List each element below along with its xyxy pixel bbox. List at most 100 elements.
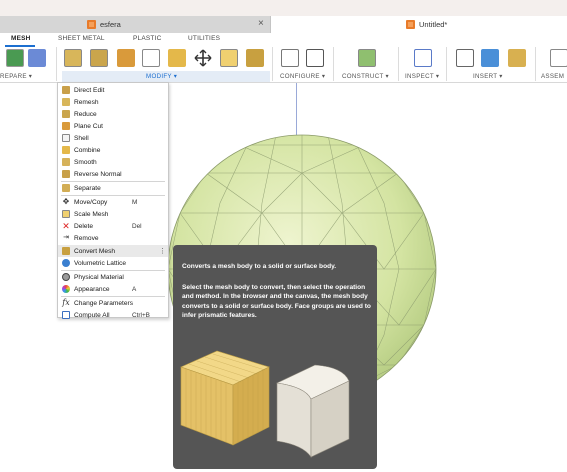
mesh-block-image bbox=[180, 350, 270, 446]
menu-item-label: Move/Copy bbox=[74, 198, 108, 206]
generate-face-groups-icon[interactable] bbox=[28, 49, 46, 67]
tab-label: Untitled* bbox=[419, 20, 448, 29]
combine-icon[interactable] bbox=[168, 49, 186, 67]
menu-item-label: Combine bbox=[74, 146, 101, 154]
construct-plane-icon[interactable] bbox=[358, 49, 376, 67]
menu-item-label: Remove bbox=[74, 234, 99, 242]
menu-item-compute-all[interactable]: Compute All Ctrl+B bbox=[58, 309, 168, 321]
menu-item-label: Scale Mesh bbox=[74, 210, 109, 218]
solid-block-image bbox=[275, 364, 350, 458]
shortcut-key: A bbox=[132, 285, 137, 293]
divider bbox=[398, 47, 399, 81]
menu-item-remesh[interactable]: Remesh bbox=[58, 96, 168, 108]
remesh-icon bbox=[62, 98, 70, 107]
compute-all-icon bbox=[62, 311, 70, 320]
shell-icon[interactable] bbox=[142, 49, 160, 67]
convert-mesh-icon bbox=[62, 247, 70, 256]
menu-item-physical-material[interactable]: Physical Material bbox=[58, 271, 168, 283]
menu-item-label: Change Parameters bbox=[74, 299, 134, 307]
design-file-icon bbox=[406, 20, 415, 29]
scale-mesh-icon[interactable] bbox=[220, 49, 238, 67]
divider bbox=[272, 47, 273, 81]
volumetric-lattice-icon bbox=[62, 259, 70, 268]
smooth-icon bbox=[62, 158, 70, 167]
tab-plastic[interactable]: PLASTIC bbox=[133, 35, 162, 42]
menu-item-remove[interactable]: ⇥ Remove bbox=[58, 232, 168, 244]
menu-item-volumetric-lattice[interactable]: Volumetric Lattice bbox=[58, 257, 168, 269]
move-icon: ✥ bbox=[62, 197, 70, 207]
function-icon: fx bbox=[62, 298, 70, 308]
assemble-menu[interactable]: ASSEM bbox=[541, 73, 564, 80]
menu-item-delete[interactable]: ✕ Delete Del bbox=[58, 220, 168, 232]
menu-item-label: Reduce bbox=[74, 110, 97, 118]
divider bbox=[446, 47, 447, 81]
measure-icon[interactable] bbox=[414, 49, 432, 67]
menu-item-label: Volumetric Lattice bbox=[74, 259, 127, 267]
prepare-menu[interactable]: REPARE ▾ bbox=[0, 73, 32, 80]
combine-icon bbox=[62, 146, 70, 155]
close-icon[interactable]: × bbox=[258, 18, 264, 29]
menu-item-combine[interactable]: Combine bbox=[58, 144, 168, 156]
scale-mesh-icon bbox=[62, 210, 70, 219]
menu-item-scale-mesh[interactable]: Scale Mesh bbox=[58, 208, 168, 220]
menu-item-change-parameters[interactable]: fx Change Parameters bbox=[58, 297, 168, 309]
tab-esfera[interactable]: esfera × bbox=[0, 16, 271, 33]
reduce-icon bbox=[62, 110, 70, 119]
menu-item-reverse-normal[interactable]: Reverse Normal bbox=[58, 168, 168, 180]
menu-item-convert-mesh[interactable]: Convert Mesh ⋮ bbox=[58, 245, 168, 258]
plane-cut-icon[interactable] bbox=[117, 49, 135, 67]
menu-item-direct-edit[interactable]: Direct Edit bbox=[58, 84, 168, 96]
convert-mesh-illustration bbox=[180, 350, 350, 458]
menu-item-separate[interactable]: Separate bbox=[58, 182, 168, 194]
shortcut-key: Del bbox=[132, 222, 142, 230]
menu-item-label: Smooth bbox=[74, 158, 97, 166]
direct-edit-icon bbox=[62, 86, 70, 95]
move-icon[interactable] bbox=[194, 49, 212, 67]
configure-menu[interactable]: CONFIGURE ▾ bbox=[280, 73, 325, 80]
reverse-normal-icon bbox=[62, 170, 70, 179]
shortcut-key: M bbox=[132, 198, 138, 206]
insert-mesh-icon[interactable] bbox=[508, 49, 526, 67]
remesh-icon[interactable] bbox=[64, 49, 82, 67]
menu-item-move-copy[interactable]: ✥ Move/Copy M bbox=[58, 196, 168, 208]
menu-item-reduce[interactable]: Reduce bbox=[58, 108, 168, 120]
construct-menu[interactable]: CONSTRUCT ▾ bbox=[342, 73, 389, 80]
document-tab-bar: esfera × Untitled* bbox=[0, 16, 567, 33]
configure-icon[interactable] bbox=[281, 49, 299, 67]
menu-item-smooth[interactable]: Smooth bbox=[58, 156, 168, 168]
design-file-icon bbox=[87, 20, 96, 29]
menu-item-label: Direct Edit bbox=[74, 86, 105, 94]
active-tab-indicator bbox=[5, 45, 35, 47]
tooltip-title: Converts a mesh body to a solid or surfa… bbox=[182, 263, 337, 270]
modify-menu[interactable]: MODIFY ▾ bbox=[146, 73, 177, 80]
tab-untitled[interactable]: Untitled* bbox=[271, 16, 567, 33]
toolbar-ribbon: MESH SHEET METAL PLASTIC UTILITIES REPAR… bbox=[0, 33, 567, 83]
menu-item-label: Plane Cut bbox=[74, 122, 103, 130]
menu-item-plane-cut[interactable]: Plane Cut bbox=[58, 120, 168, 132]
inspect-menu[interactable]: INSPECT ▾ bbox=[405, 73, 439, 80]
insert-menu[interactable]: INSERT ▾ bbox=[473, 73, 503, 80]
tab-sheet-metal[interactable]: SHEET METAL bbox=[58, 35, 105, 42]
separate-icon bbox=[62, 184, 70, 193]
shell-icon bbox=[62, 134, 70, 143]
tooltip-description: Select the mesh body to convert, then se… bbox=[182, 284, 371, 319]
remove-icon: ⇥ bbox=[63, 234, 69, 242]
delete-icon: ✕ bbox=[62, 221, 70, 232]
menu-item-appearance[interactable]: Appearance A bbox=[58, 283, 168, 295]
tab-utilities[interactable]: UTILITIES bbox=[188, 35, 220, 42]
title-strip bbox=[0, 0, 567, 16]
prepare-tool-icon[interactable] bbox=[6, 49, 24, 67]
menu-item-shell[interactable]: Shell bbox=[58, 132, 168, 144]
table-icon[interactable] bbox=[306, 49, 324, 67]
insert-derive-icon[interactable] bbox=[456, 49, 474, 67]
reduce-icon[interactable] bbox=[90, 49, 108, 67]
menu-item-label: Separate bbox=[74, 184, 101, 192]
insert-image-icon[interactable] bbox=[481, 49, 499, 67]
tab-label: esfera bbox=[100, 20, 121, 29]
shortcut-key: Ctrl+B bbox=[132, 311, 150, 319]
divider bbox=[56, 47, 57, 81]
assemble-icon[interactable] bbox=[550, 49, 567, 67]
tab-mesh[interactable]: MESH bbox=[11, 35, 31, 42]
more-options-icon[interactable]: ⋮ bbox=[159, 247, 166, 255]
convert-mesh-icon[interactable] bbox=[246, 49, 264, 67]
